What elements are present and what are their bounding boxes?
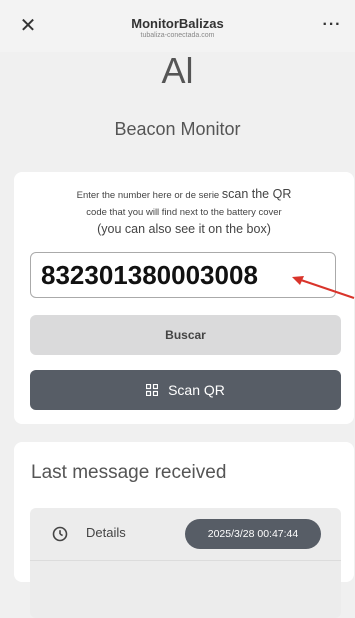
details-panel: Details 2025/3/28 00:47:44 [30, 508, 341, 618]
details-label: Details [86, 525, 126, 540]
last-message-title: Last message received [31, 462, 227, 483]
instructions-part-b: de serie [185, 190, 220, 201]
instructions-part-c: scan the QR [221, 187, 292, 201]
logo: Al [161, 50, 194, 91]
clock-icon [52, 526, 68, 542]
instructions-line-2: code that you will find next to the batt… [86, 207, 282, 218]
more-dots-icon[interactable]: ··· [319, 14, 345, 38]
annotation-arrow [292, 276, 355, 299]
site-title: MonitorBalizas [131, 16, 224, 31]
instructions-line-1: Enter the number here or de serie scan t… [14, 186, 354, 204]
site-url: tubaliza-conectada.com [140, 32, 215, 39]
browser-header: ✕ MonitorBalizas tubaliza-conectada.com … [0, 0, 355, 52]
search-button[interactable]: Buscar [30, 315, 341, 355]
timestamp-badge: 2025/3/28 00:47:44 [185, 519, 321, 549]
instructions-part-a: Enter the number here or [76, 190, 183, 201]
last-message-card: Last message received Details 2025/3/28 … [14, 442, 354, 618]
instructions-line-3: (you can also see it on the box) [97, 222, 271, 236]
qr-code-icon [146, 384, 159, 396]
details-header[interactable]: Details 2025/3/28 00:47:44 [30, 508, 341, 561]
scan-qr-label: Scan QR [168, 382, 225, 398]
instructions: Enter the number here or de serie scan t… [14, 186, 354, 238]
scan-qr-button[interactable]: Scan QR [30, 370, 341, 410]
page-title: Beacon Monitor [114, 119, 241, 139]
